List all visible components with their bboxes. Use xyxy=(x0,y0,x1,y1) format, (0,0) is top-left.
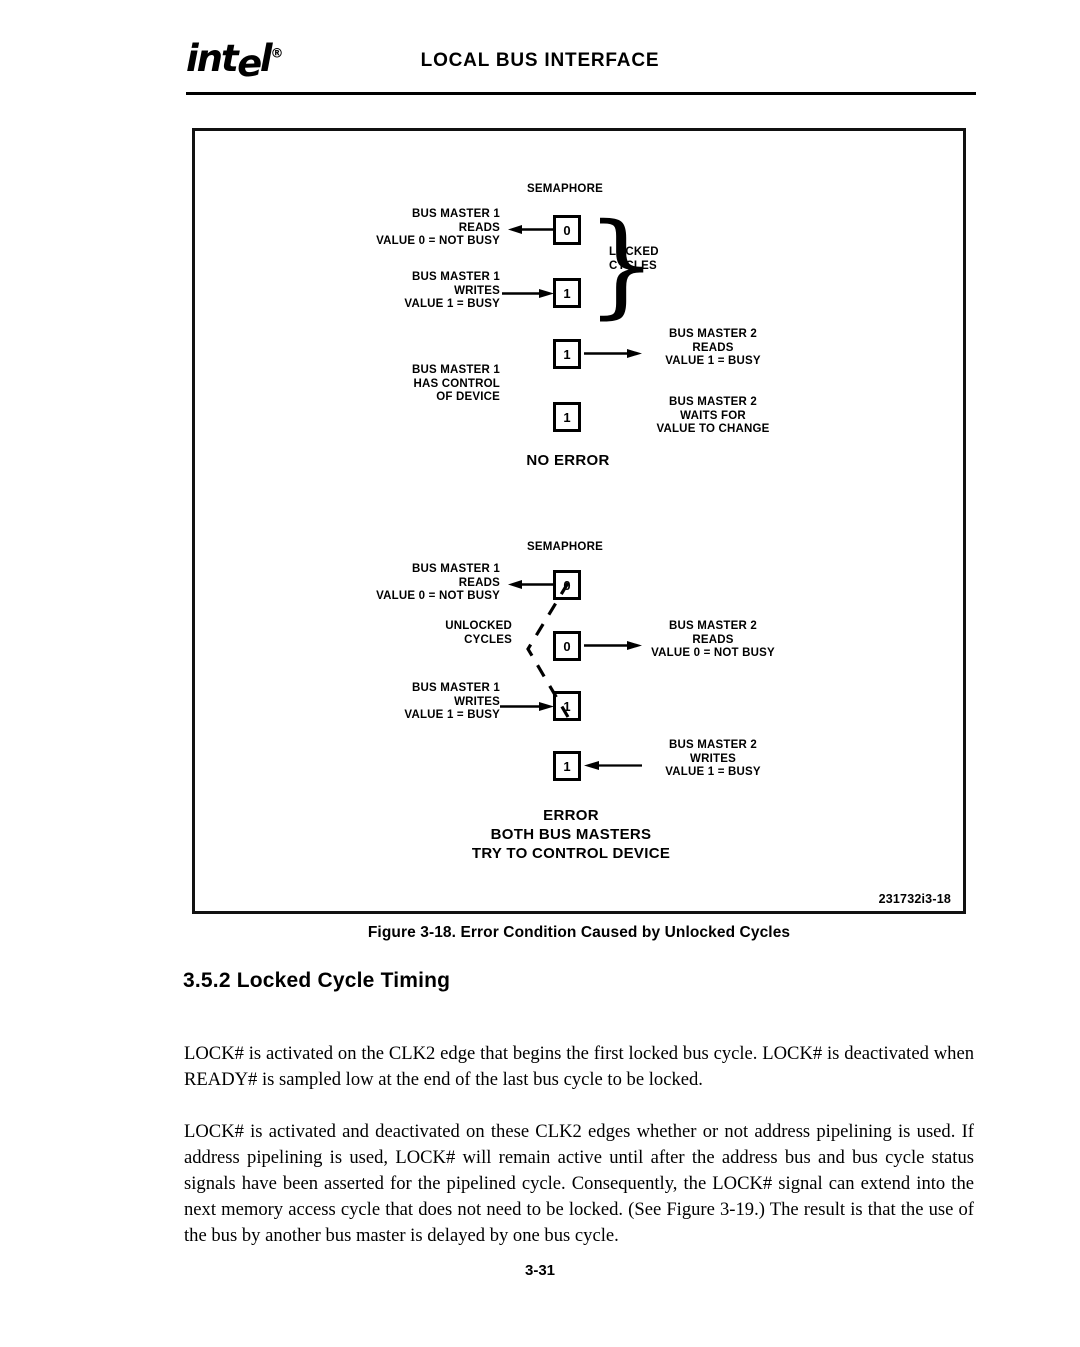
figure-frame: SEMAPHORE BUS MASTER 1 READS VALUE 0 = N… xyxy=(192,128,966,914)
label-master1-writes-locked: BUS MASTER 1 WRITES VALUE 1 = BUSY xyxy=(404,271,500,310)
arrow-right-master1-writes-locked xyxy=(502,288,554,299)
semaphore-box-locked-3: 1 xyxy=(553,339,581,369)
label-master2-writes-unlocked: BUS MASTER 2 WRITES VALUE 1 = BUSY xyxy=(665,739,761,778)
label-master2-waits: BUS MASTER 2 WAITS FOR VALUE TO CHANGE xyxy=(656,396,770,435)
header-divider xyxy=(186,92,976,95)
semaphore-box-unlocked-4: 1 xyxy=(553,751,581,781)
figure-id-code: 231732i3-18 xyxy=(878,892,951,906)
figure-caption: Figure 3-18. Error Condition Caused by U… xyxy=(367,924,791,941)
label-master1-has-control: BUS MASTER 1 HAS CONTROL OF DEVICE xyxy=(411,364,500,403)
semaphore-label-unlocked: SEMAPHORE xyxy=(527,541,603,553)
arrow-right-master2-reads-unlocked xyxy=(584,640,642,651)
section-heading: 3.5.2 Locked Cycle Timing xyxy=(183,969,451,992)
label-locked-cycles: LOCKED CYCLES xyxy=(609,246,659,272)
label-master1-reads-unlocked: BUS MASTER 1 READS VALUE 0 = NOT BUSY xyxy=(376,563,500,602)
arrow-right-master2-reads-locked xyxy=(584,348,642,359)
semaphore-label-locked: SEMAPHORE xyxy=(527,183,603,195)
conclusion-no-error: NO ERROR xyxy=(526,452,610,469)
page-title: LOCAL BUS INTERFACE xyxy=(420,50,660,71)
label-unlocked-cycles: UNLOCKED CYCLES xyxy=(445,620,512,646)
body-paragraph-1: LOCK# is activated on the CLK2 edge that… xyxy=(184,1042,974,1090)
body-paragraph-2: LOCK# is activated and deactivated on th… xyxy=(184,1120,974,1246)
semaphore-box-locked-1: 0 xyxy=(553,215,581,245)
arrow-left-master1-reads-locked xyxy=(508,224,554,235)
conclusion-error: ERROR BOTH BUS MASTERS TRY TO CONTROL DE… xyxy=(471,807,671,862)
page-header: intel® LOCAL BUS INTERFACE xyxy=(186,36,894,94)
arrow-left-master2-writes-unlocked xyxy=(584,760,642,771)
label-master2-reads-locked: BUS MASTER 2 READS VALUE 1 = BUSY xyxy=(665,328,761,367)
label-master1-writes-unlocked: BUS MASTER 1 WRITES VALUE 1 = BUSY xyxy=(404,682,500,721)
page-number: 3-31 xyxy=(524,1262,556,1279)
semaphore-box-locked-2: 1 xyxy=(553,278,581,308)
label-master2-reads-unlocked: BUS MASTER 2 READS VALUE 0 = NOT BUSY xyxy=(651,620,775,659)
unlocked-cycles-dashed-bracket xyxy=(520,577,576,723)
label-master1-reads-locked: BUS MASTER 1 READS VALUE 0 = NOT BUSY xyxy=(376,208,500,247)
semaphore-box-locked-4: 1 xyxy=(553,402,581,432)
